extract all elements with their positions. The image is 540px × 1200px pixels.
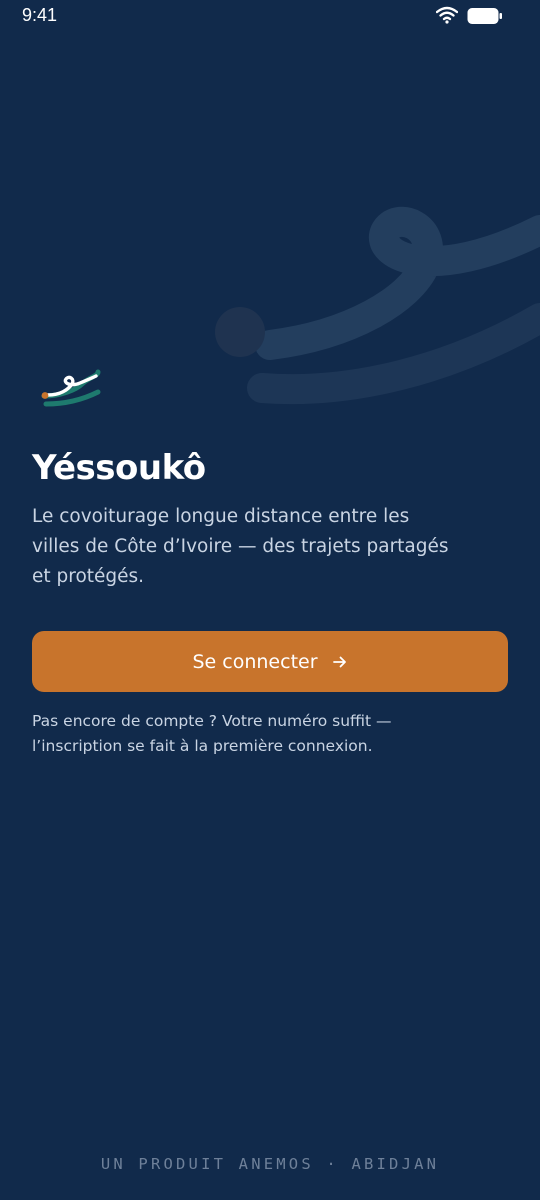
connect-button-label: Se connecter xyxy=(192,650,318,673)
signup-hint: Pas encore de compte ? Votre numéro suff… xyxy=(32,712,392,755)
battery-icon xyxy=(467,8,502,24)
status-bar: 9:41 xyxy=(0,0,540,32)
footer-credit: UN PRODUIT ANEMOS · ABIDJAN xyxy=(100,1155,440,1173)
app-tagline: Le covoiturage longue distance entre les… xyxy=(32,506,449,587)
hero-swirl-decoration xyxy=(215,207,540,405)
status-time: 9:41 xyxy=(22,5,58,25)
yessouko-logo xyxy=(41,369,101,407)
app-title: Yéssoukô xyxy=(32,448,206,488)
arrow-right-icon xyxy=(332,656,346,667)
connect-button[interactable]: Se connecter xyxy=(32,631,508,692)
wifi-icon xyxy=(436,6,458,24)
